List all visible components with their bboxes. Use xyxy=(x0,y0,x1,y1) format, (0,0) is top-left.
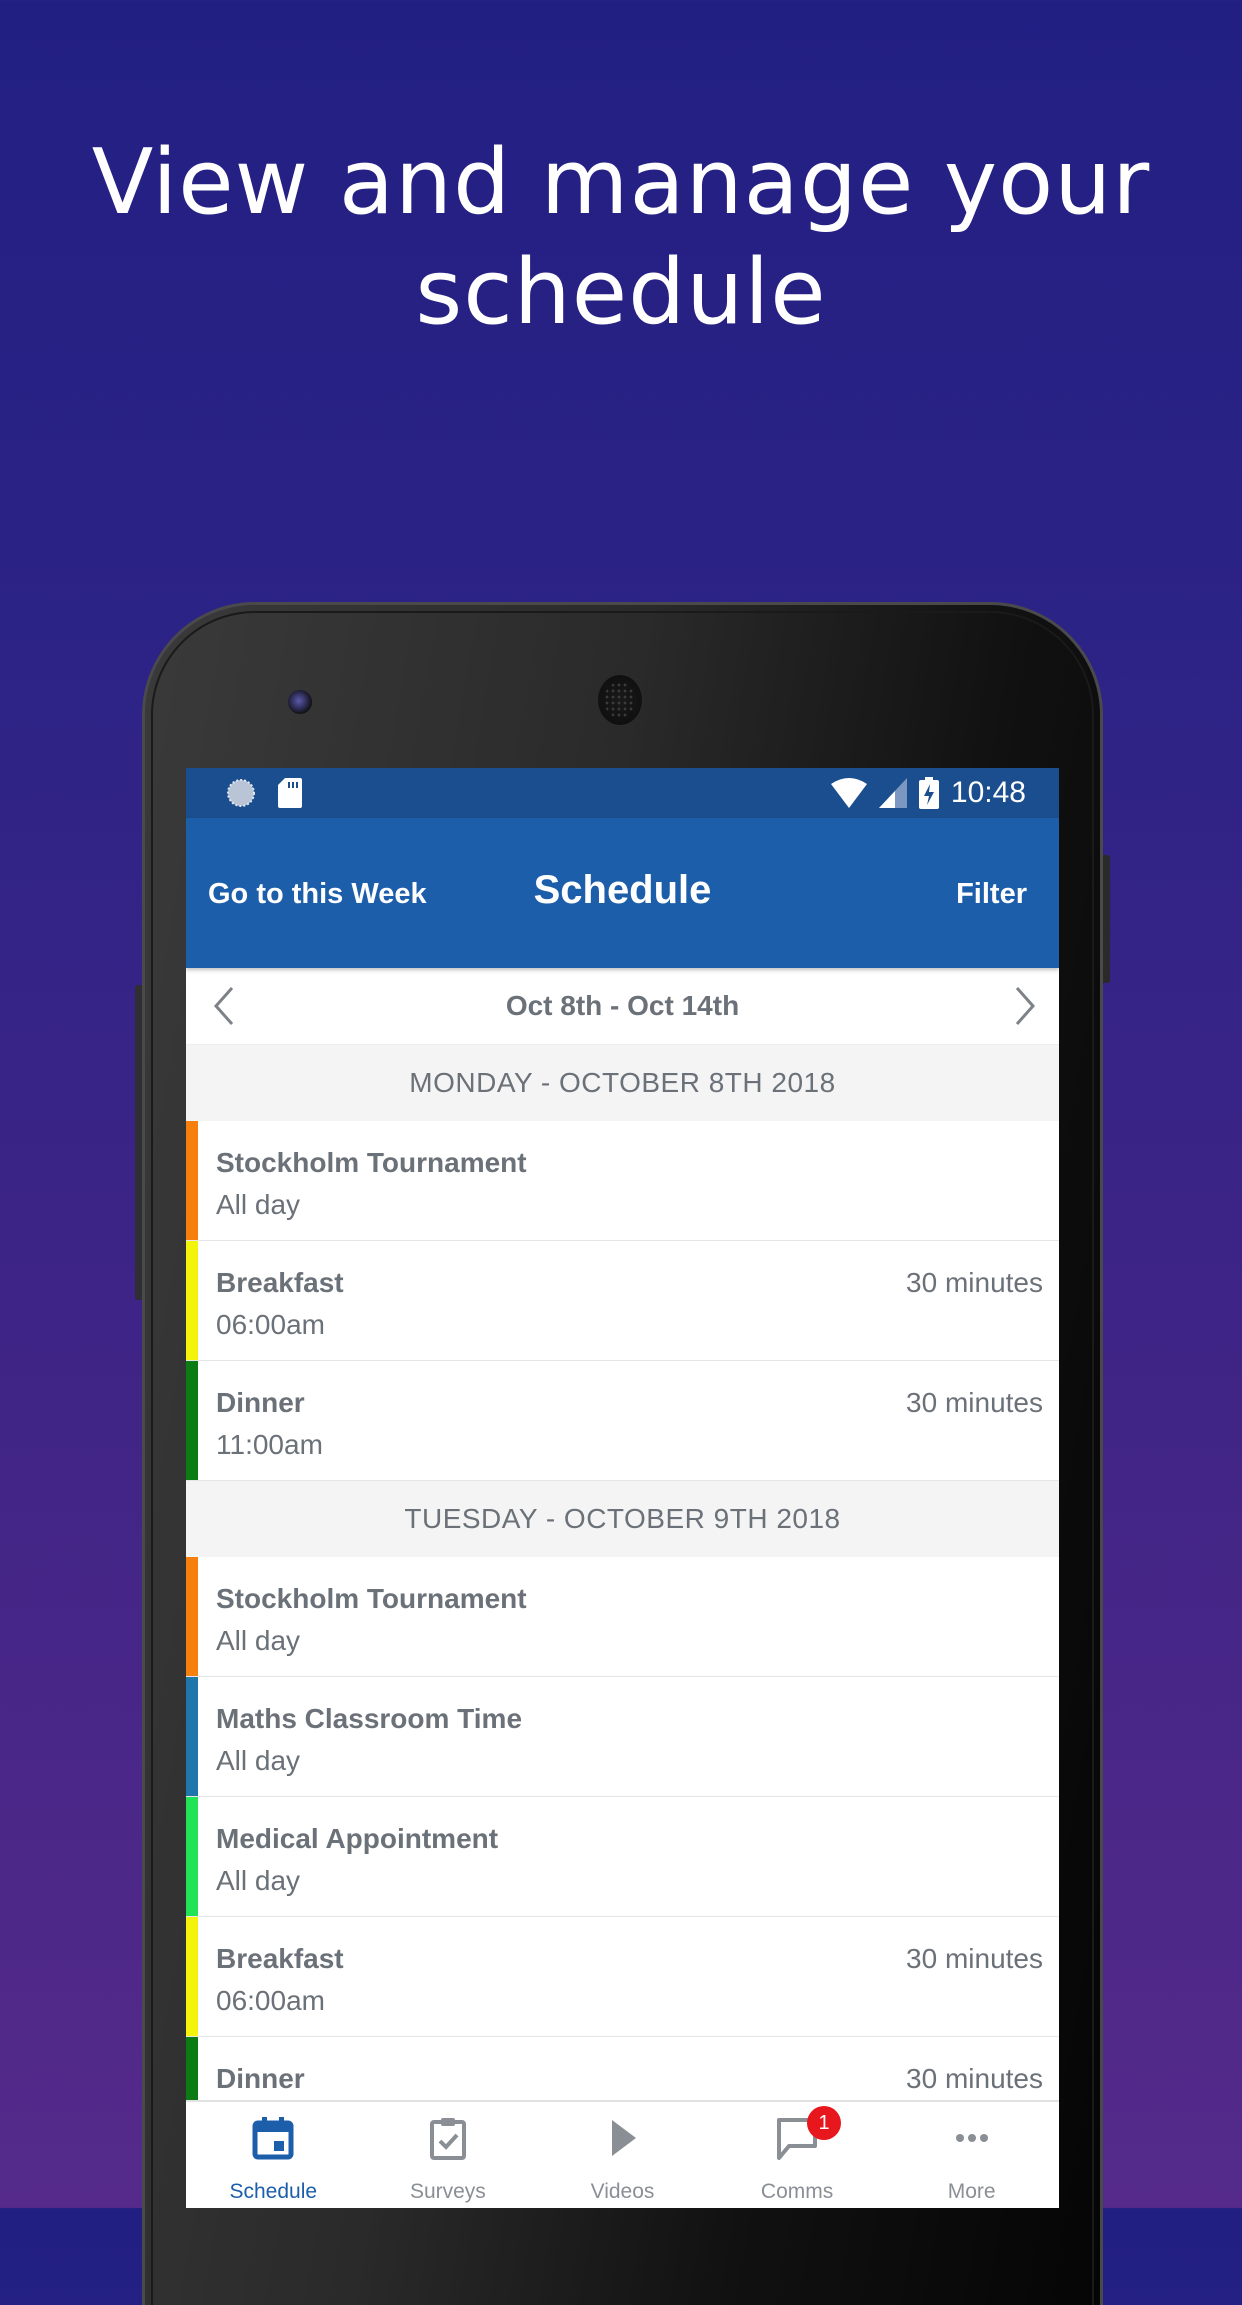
signal-icon xyxy=(878,778,907,808)
clipboard-check-icon xyxy=(429,2118,466,2160)
headline-line-1: View and manage your xyxy=(91,130,1151,235)
week-range: Oct 8th - Oct 14th xyxy=(505,990,740,1021)
phone-volume-button xyxy=(135,985,145,1300)
app-screen: 10:48 Go to this Week Schedule Filter Oc… xyxy=(186,768,1059,2208)
event-time: All day xyxy=(216,1865,301,1896)
category-color-bar xyxy=(186,1677,198,1796)
event-time: All day xyxy=(216,1189,301,1220)
event-name: Stockholm Tournament xyxy=(216,1583,527,1614)
bottom-navigation: Schedule Surveys Videos 1 Comms More xyxy=(186,2100,1059,2208)
tab-comms[interactable]: 1 Comms xyxy=(710,2102,885,2208)
loading-icon xyxy=(227,779,255,807)
category-color-bar xyxy=(186,1121,198,1240)
phone-power-button xyxy=(1100,855,1110,983)
wifi-icon xyxy=(830,778,867,808)
category-color-bar xyxy=(186,1557,198,1676)
earpiece-speaker-icon xyxy=(598,675,642,725)
event-duration: 30 minutes xyxy=(906,1387,1043,1418)
tab-schedule[interactable]: Schedule xyxy=(186,2102,361,2208)
event-time: 06:00am xyxy=(216,1985,325,2016)
event-row[interactable]: Dinner 11:00am 30 minutes xyxy=(186,1361,1059,1481)
app-bar: Go to this Week Schedule Filter xyxy=(186,818,1059,968)
event-time: 06:00am xyxy=(216,1309,325,1340)
tab-label: Comms xyxy=(760,2180,834,2203)
event-time: All day xyxy=(216,1625,301,1656)
battery-charging-icon xyxy=(918,777,939,809)
status-bar: 10:48 xyxy=(186,768,1059,818)
day-header: MONDAY - OCTOBER 8TH 2018 xyxy=(186,1045,1059,1121)
event-duration: 30 minutes xyxy=(906,2063,1043,2094)
category-color-bar xyxy=(186,1241,198,1360)
day-header: TUESDAY - OCTOBER 9TH 2018 xyxy=(186,1481,1059,1557)
event-name: Maths Classroom Time xyxy=(216,1703,523,1734)
unread-badge: 1 xyxy=(807,2106,842,2140)
headline-line-2: schedule xyxy=(415,240,827,345)
filter-button[interactable]: Filter xyxy=(956,878,1027,911)
chevron-right-icon[interactable] xyxy=(1003,982,1043,1030)
more-dots-icon xyxy=(955,2134,988,2142)
week-navigator: Oct 8th - Oct 14th xyxy=(186,968,1059,1045)
event-row[interactable]: Maths Classroom Time All day xyxy=(186,1677,1059,1797)
tab-surveys[interactable]: Surveys xyxy=(361,2102,536,2208)
event-name: Dinner xyxy=(216,1387,305,1418)
event-row[interactable]: Stockholm Tournament All day xyxy=(186,1557,1059,1677)
event-row[interactable]: Stockholm Tournament All day xyxy=(186,1121,1059,1241)
tab-videos[interactable]: Videos xyxy=(535,2102,710,2208)
category-color-bar xyxy=(186,1361,198,1480)
calendar-icon xyxy=(252,2117,294,2160)
sd-card-icon xyxy=(278,778,302,808)
tab-label: Videos xyxy=(590,2180,655,2203)
event-row[interactable]: Breakfast 06:00am 30 minutes xyxy=(186,1241,1059,1361)
event-time: All day xyxy=(216,1745,301,1776)
category-color-bar xyxy=(186,1797,198,1916)
tab-label: Surveys xyxy=(409,2180,486,2203)
category-color-bar xyxy=(186,1917,198,2036)
schedule-list[interactable]: MONDAY - OCTOBER 8TH 2018 Stockholm Tourn… xyxy=(186,1045,1059,2157)
event-row[interactable]: Medical Appointment All day xyxy=(186,1797,1059,1917)
event-duration: 30 minutes xyxy=(906,1267,1043,1298)
event-name: Medical Appointment xyxy=(216,1823,499,1854)
promo-headline: View and manage your schedule xyxy=(0,128,1242,348)
tab-label: Schedule xyxy=(229,2180,318,2203)
tab-more[interactable]: More xyxy=(884,2102,1059,2208)
play-icon xyxy=(612,2120,637,2156)
event-duration: 30 minutes xyxy=(906,1943,1043,1974)
page-title: Schedule xyxy=(533,868,712,912)
event-name: Stockholm Tournament xyxy=(216,1147,527,1178)
event-row[interactable]: Breakfast 06:00am 30 minutes xyxy=(186,1917,1059,2037)
event-time: 11:00am xyxy=(216,1429,323,1460)
front-camera-icon xyxy=(288,690,312,714)
event-name: Dinner xyxy=(216,2063,305,2094)
event-name: Breakfast xyxy=(216,1943,344,1974)
tab-label: More xyxy=(947,2180,996,2203)
status-time: 10:48 xyxy=(950,776,1026,809)
event-name: Breakfast xyxy=(216,1267,344,1298)
